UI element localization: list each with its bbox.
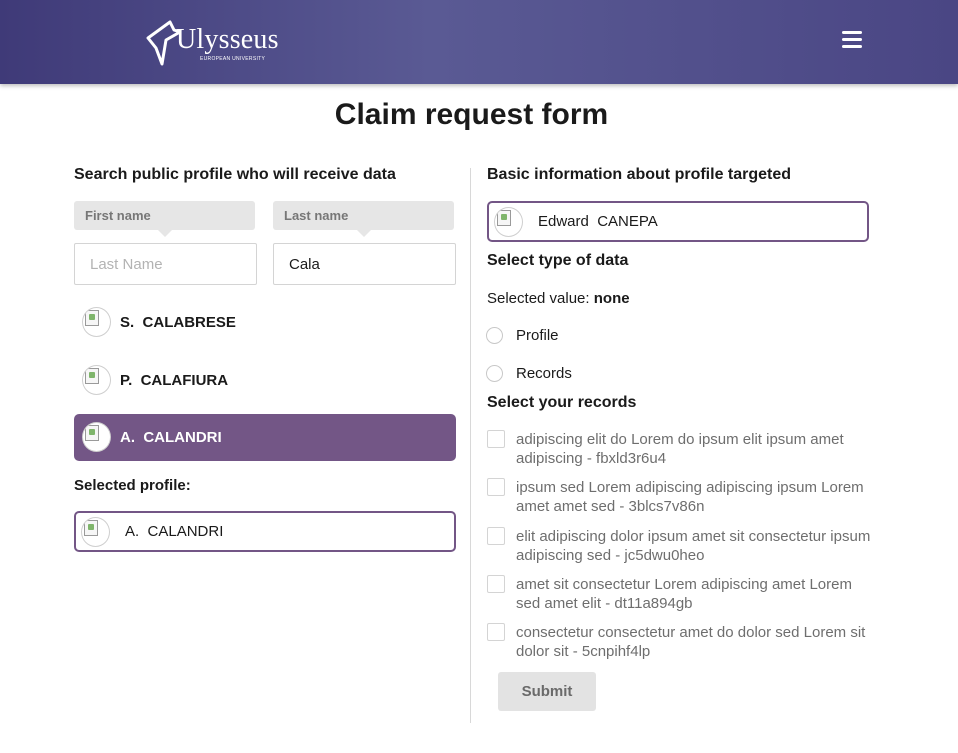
last-name-label: Last name [273, 201, 454, 237]
result-initial: A. [120, 429, 135, 446]
result-initial: S. [120, 314, 135, 331]
records-radio-label[interactable]: Records [516, 365, 572, 382]
profile-radio[interactable] [486, 327, 503, 344]
target-section-title: Basic information about profile targeted [487, 166, 792, 183]
target-profile-name: Edward CANEPA [538, 213, 658, 230]
selected-value: none [593, 290, 630, 307]
broken-image-icon [85, 310, 99, 326]
submit-button[interactable]: Submit [498, 672, 596, 711]
page-title: Claim request form [334, 98, 609, 131]
first-name-input[interactable] [74, 243, 257, 285]
search-result-row-selected[interactable]: A. CALANDRI [74, 414, 456, 461]
records-radio[interactable] [486, 365, 503, 382]
avatar [494, 207, 523, 237]
logo-text: Ulysseus [176, 24, 279, 55]
first-name-label: First name [74, 201, 255, 237]
selected-value-prefix: Selected value: [487, 290, 590, 307]
record-label[interactable]: consectetur consectetur amet do dolor se… [516, 623, 876, 661]
result-surname: CALAFIURA [140, 372, 229, 389]
result-surname: CALABRESE [142, 314, 236, 331]
broken-image-icon [497, 210, 511, 226]
broken-image-icon [85, 368, 99, 384]
record-label[interactable]: amet sit consectetur Lorem adipiscing am… [516, 575, 876, 613]
selected-initial: A. [125, 523, 140, 540]
selected-profile-label: Selected profile: [74, 477, 191, 494]
record-checkbox[interactable] [487, 430, 505, 448]
avatar [82, 307, 111, 337]
selected-profile-box: A. CALANDRI [74, 511, 456, 552]
result-surname: CALANDRI [143, 429, 222, 446]
avatar [82, 422, 111, 452]
search-section-title: Search public profile who will receive d… [74, 166, 396, 183]
records-section-title: Select your records [487, 394, 637, 411]
avatar [82, 365, 111, 395]
record-checkbox[interactable] [487, 623, 505, 641]
last-name-input[interactable] [273, 243, 456, 285]
selected-value-text: Selected value: none [487, 290, 630, 307]
selected-profile-name: A. CALANDRI [125, 523, 223, 540]
data-type-title: Select type of data [487, 252, 629, 269]
broken-image-icon [85, 425, 99, 441]
record-label[interactable]: ipsum sed Lorem adipiscing adipiscing ip… [516, 478, 876, 516]
logo-subtext: EUROPEAN UNIVERSITY [200, 56, 266, 62]
app-header: Ulysseus EUROPEAN UNIVERSITY [0, 0, 958, 84]
result-name: P. CALAFIURA [120, 372, 228, 389]
selected-surname: CALANDRI [147, 523, 224, 540]
record-checkbox[interactable] [487, 478, 505, 496]
target-profile-box: Edward CANEPA [487, 201, 869, 242]
record-checkbox[interactable] [487, 575, 505, 593]
record-label[interactable]: adipiscing elit do Lorem do ipsum elit i… [516, 430, 876, 468]
result-name: A. CALANDRI [120, 429, 222, 446]
profile-radio-label[interactable]: Profile [516, 327, 559, 344]
target-first-name: Edward [538, 213, 589, 230]
record-label[interactable]: elit adipiscing dolor ipsum amet sit con… [516, 527, 876, 565]
hamburger-menu-icon[interactable] [842, 31, 862, 49]
broken-image-icon [84, 520, 98, 536]
search-result-row[interactable]: S. CALABRESE [74, 299, 456, 346]
column-divider [470, 168, 471, 723]
result-initial: P. [120, 372, 133, 389]
avatar [81, 517, 110, 547]
record-checkbox[interactable] [487, 527, 505, 545]
target-surname: CANEPA [597, 213, 658, 230]
search-result-row[interactable]: P. CALAFIURA [74, 357, 456, 404]
ulysseus-logo[interactable]: Ulysseus EUROPEAN UNIVERSITY [144, 18, 284, 66]
result-name: S. CALABRESE [120, 314, 236, 331]
